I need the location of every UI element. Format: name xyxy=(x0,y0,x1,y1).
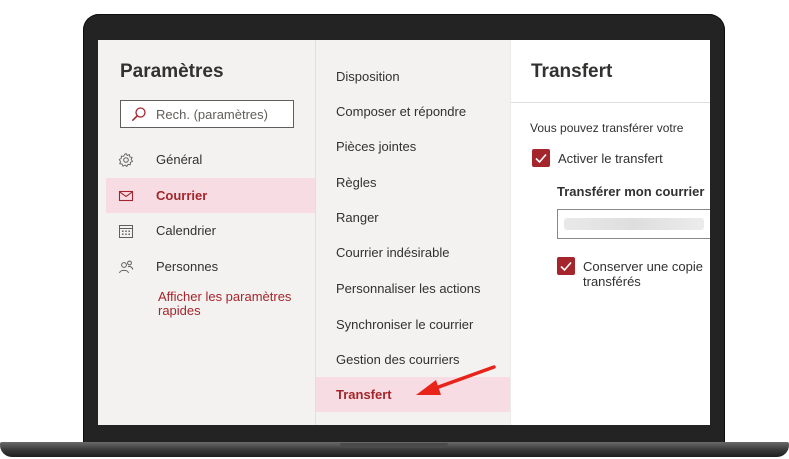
keep-copy-label-line1: Conserver une copie xyxy=(583,259,703,274)
mail-option-label: Transfert xyxy=(336,387,392,402)
blurred-email-value xyxy=(564,218,704,230)
mail-icon xyxy=(118,190,134,202)
forwarding-intro-text: Vous pouvez transférer votre xyxy=(530,121,684,135)
people-icon xyxy=(119,260,134,274)
settings-search-input[interactable]: Rech. (paramètres) xyxy=(120,100,294,128)
settings-nav: Paramètres Rech. (paramètres) Général Co… xyxy=(98,40,315,425)
mail-option-message-handling[interactable]: Gestion des courriers xyxy=(316,342,511,377)
settings-nav-label: Calendrier xyxy=(156,223,216,238)
quick-settings-link[interactable]: Afficher les paramètres rapides xyxy=(158,290,298,318)
mail-option-compose-reply[interactable]: Composer et répondre xyxy=(316,94,511,129)
keep-copy-checkbox[interactable] xyxy=(557,257,575,275)
forwarding-panel: Transfert Vous pouvez transférer votre A… xyxy=(510,40,710,425)
mail-option-label: Ranger xyxy=(336,210,379,225)
settings-nav-label: Général xyxy=(156,152,203,167)
mail-option-forwarding[interactable]: Transfert xyxy=(316,377,511,412)
mail-option-junk[interactable]: Courrier indésirable xyxy=(316,235,511,270)
mail-option-attachments[interactable]: Pièces jointes xyxy=(316,129,511,164)
forward-email-field[interactable] xyxy=(557,209,710,239)
search-icon xyxy=(132,107,146,121)
mail-option-label: Personnaliser les actions xyxy=(336,281,481,296)
mail-option-sweep[interactable]: Ranger xyxy=(316,200,511,235)
mail-option-label: Composer et répondre xyxy=(336,104,467,119)
mail-option-label: Règles xyxy=(336,175,377,190)
settings-nav-item-general[interactable]: Général xyxy=(106,142,315,177)
settings-nav-item-calendar[interactable]: Calendrier xyxy=(106,213,315,248)
forwarding-title: Transfert xyxy=(531,61,613,82)
checkmark-icon xyxy=(560,261,572,272)
settings-nav-label: Personnes xyxy=(156,259,219,274)
calendar-icon xyxy=(119,225,133,238)
mail-option-label: Pièces jointes xyxy=(336,139,417,154)
forward-to-label: Transférer mon courrier xyxy=(557,184,705,199)
gear-icon xyxy=(118,152,134,168)
keep-copy-label-line2: transférés xyxy=(583,274,641,289)
enable-forwarding-checkbox[interactable] xyxy=(532,149,550,167)
enable-forwarding-label: Activer le transfert xyxy=(558,151,663,166)
mail-option-label: Courrier indésirable xyxy=(336,245,450,260)
mail-option-sync-email[interactable]: Synchroniser le courrier xyxy=(316,307,511,342)
settings-nav-item-mail[interactable]: Courrier xyxy=(106,178,315,213)
mail-option-label: Disposition xyxy=(336,69,400,84)
keep-copy-label: Conserver une copie transférés xyxy=(583,259,710,289)
mail-option-customize-actions[interactable]: Personnaliser les actions xyxy=(316,271,511,306)
laptop-screen: Paramètres Rech. (paramètres) Général Co… xyxy=(98,40,710,425)
mail-option-label: Gestion des courriers xyxy=(336,352,460,367)
mail-option-label: Synchroniser le courrier xyxy=(336,317,474,332)
checkmark-icon xyxy=(535,153,547,164)
settings-title: Paramètres xyxy=(120,61,224,82)
mail-option-rules[interactable]: Règles xyxy=(316,165,511,200)
mail-options-list: Disposition Composer et répondre Pièces … xyxy=(315,40,511,425)
settings-nav-item-people[interactable]: Personnes xyxy=(106,249,315,284)
search-placeholder: Rech. (paramètres) xyxy=(156,107,268,122)
forwarding-header: Transfert xyxy=(511,40,710,103)
mail-option-layout[interactable]: Disposition xyxy=(316,59,511,94)
laptop-notch xyxy=(340,443,448,448)
settings-nav-label: Courrier xyxy=(156,188,208,203)
